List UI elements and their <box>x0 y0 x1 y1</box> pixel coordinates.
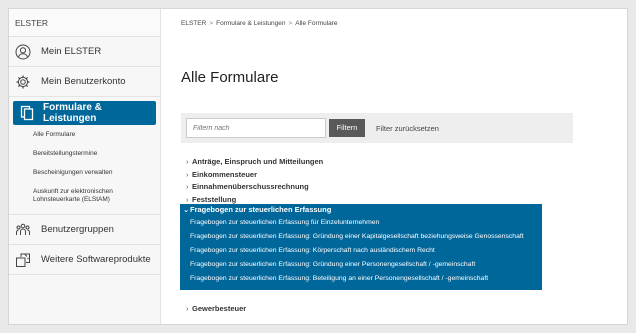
user-circle-icon <box>15 44 31 60</box>
sidebar-item-formulare-leistungen[interactable]: Formulare & Leistungen <box>13 101 156 125</box>
filter-bar: Filtern Filter zurücksetzen <box>181 113 573 143</box>
sidebar-item-mein-benutzerkonto[interactable]: Mein Benutzerkonto <box>9 67 160 97</box>
category-label: Einnahmenüberschussrechnung <box>192 182 309 191</box>
form-link[interactable]: Fragebogen zur steuerlichen Erfassung: K… <box>180 244 542 258</box>
chevron-down-icon: ⌄ <box>183 205 190 214</box>
expanded-category-label: Fragebogen zur steuerlichen Erfassung <box>190 205 332 214</box>
breadcrumb: ELSTER > Formulare & Leistungen > Alle Formu… <box>181 20 338 27</box>
user-group-icon <box>15 222 31 238</box>
sidebar-submenu: Alle Formulare Bereitstellungstermine Be… <box>9 125 160 215</box>
category-item[interactable]: › Einnahmenüberschussrechnung <box>186 181 546 194</box>
filter-reset-link[interactable]: Filter zurücksetzen <box>376 124 439 133</box>
sidebar-item-weitere-softwareprodukte[interactable]: Weitere Softwareprodukte <box>9 245 160 275</box>
sidebar-item-label: Formulare & Leistungen <box>43 102 102 124</box>
expanded-category: ⌄Fragebogen zur steuerlichen Erfassung F… <box>180 204 542 290</box>
expanded-category-header[interactable]: ⌄Fragebogen zur steuerlichen Erfassung <box>180 204 542 216</box>
category-label: Gewerbesteuer <box>192 304 247 313</box>
sidebar-item-mein-elster[interactable]: Mein ELSTER <box>9 37 160 67</box>
gear-icon <box>15 74 31 90</box>
filter-button[interactable]: Filtern <box>329 119 365 137</box>
category-item[interactable]: › Gewerbesteuer <box>186 303 246 316</box>
sidebar-brand[interactable]: ELSTER <box>9 9 160 37</box>
category-label: Einkommensteuer <box>192 169 258 179</box>
breadcrumb-formulare-leistungen[interactable]: Formulare & Leistungen <box>216 20 285 27</box>
category-item[interactable]: › Anträge, Einspruch und Mitteilungen <box>186 156 546 169</box>
form-link[interactable]: Fragebogen zur steuerlichen Erfassung: G… <box>180 230 542 244</box>
form-link[interactable]: Fragebogen zur steuerlichen Erfassung: G… <box>180 258 542 272</box>
form-link[interactable]: Fragebogen zur steuerlichen Erfassung: B… <box>180 272 542 286</box>
sidebar: ELSTER Mein ELSTER Mein Benutzerkonto Fo… <box>9 9 161 324</box>
category-item[interactable]: › Einkommensteuer <box>186 169 546 182</box>
filter-input[interactable] <box>186 118 326 138</box>
sidebar-item-label: Benutzergruppen <box>41 224 114 235</box>
breadcrumb-current: Alle Formulare <box>295 20 338 27</box>
sidebar-item-benutzergruppen[interactable]: Benutzergruppen <box>9 215 160 245</box>
category-label: Feststellung <box>192 194 237 204</box>
page-title: Alle Formulare <box>181 69 279 86</box>
category-label: Anträge, Einspruch und Mitteilungen <box>192 157 324 166</box>
documents-icon <box>19 105 35 121</box>
submenu-item-alle-formulare[interactable]: Alle Formulare <box>33 131 160 139</box>
category-list: › Anträge, Einspruch und Mitteilungen › Ei… <box>186 156 546 206</box>
breadcrumb-elster[interactable]: ELSTER <box>181 20 206 27</box>
submenu-item-bescheinigungen[interactable]: Bescheinigungen verwalten <box>33 169 160 177</box>
app-frame: ELSTER Mein ELSTER Mein Benutzerkonto Fo… <box>8 8 628 325</box>
software-icon <box>15 252 31 268</box>
sidebar-item-label: Mein ELSTER <box>41 46 102 57</box>
submenu-item-elstam[interactable]: Auskunft zur elektronischen Lohnsteuerka… <box>33 188 160 204</box>
sidebar-item-label: Mein Benutzerkonto <box>41 76 126 87</box>
sidebar-item-label: Weitere Softwareprodukte <box>41 254 151 265</box>
submenu-item-bereitstellungstermine[interactable]: Bereitstellungstermine <box>33 150 160 158</box>
main-content: ELSTER > Formulare & Leistungen > Alle Formu… <box>161 9 627 324</box>
form-link[interactable]: Fragebogen zur steuerlichen Erfassung fü… <box>180 216 542 230</box>
